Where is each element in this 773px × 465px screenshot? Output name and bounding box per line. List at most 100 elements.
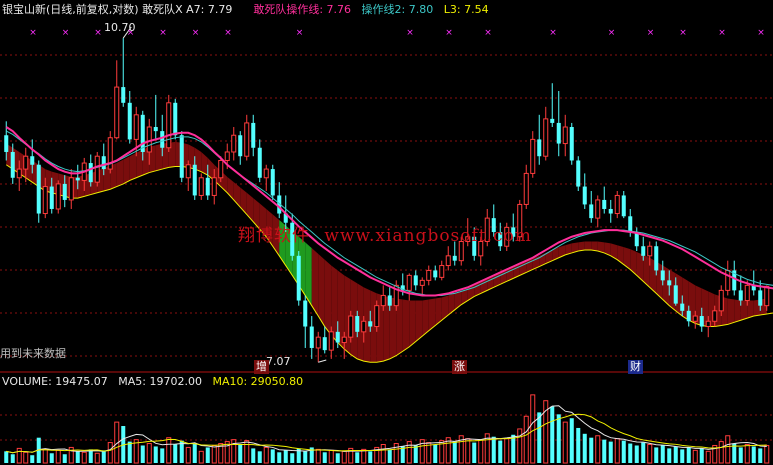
indicator-a7: A7: 7.79 (186, 3, 233, 16)
candle-body-down (368, 321, 373, 327)
band-segment (740, 300, 748, 321)
candle-body-down (49, 186, 54, 209)
volume-bar-down (49, 453, 54, 463)
candle-body-up (543, 118, 549, 157)
candle-body-up (426, 269, 432, 281)
band-segment (136, 149, 143, 178)
candle-body-up (211, 177, 217, 196)
volume-bar-down (628, 443, 633, 463)
candle-body-down (576, 160, 581, 187)
volume-bar-down (758, 448, 763, 463)
sell-mark: × (549, 28, 557, 38)
candle-body-down (251, 122, 256, 148)
candle-body-down (602, 199, 607, 209)
volume-bar-down (491, 436, 496, 463)
candle-body-down (667, 280, 672, 286)
volume-bar-down (205, 447, 210, 463)
candle-body-up (231, 134, 237, 153)
operation-line2-label: 操作线2: (361, 3, 406, 16)
volume-bar-down (654, 447, 659, 463)
volume-bar-up (315, 448, 321, 464)
candle-body-down (309, 326, 314, 348)
volume-bar-down (673, 446, 678, 463)
volume-bar-down (303, 451, 308, 463)
volume-bar-up (725, 435, 731, 464)
candle-body-up (328, 331, 334, 351)
candle-body-up (380, 294, 386, 307)
candle-body-up (244, 122, 250, 157)
volume-bar-down (602, 439, 607, 463)
volume-bar-up (530, 394, 536, 464)
band-segment (402, 299, 410, 352)
candle-body-up (764, 285, 770, 307)
candle-body-up (348, 315, 354, 338)
low-pointer (318, 359, 327, 363)
volume-bar-down (556, 414, 561, 463)
candle-body-down (179, 135, 184, 178)
band-segment (734, 299, 741, 323)
band-segment (584, 241, 592, 251)
volume-bar-up (744, 444, 750, 464)
candle-body-down (738, 290, 743, 301)
candle-body-down (205, 177, 210, 196)
watermark: 翔博软件 www.xiangbosoft.com (238, 221, 532, 246)
volume-bar-down (277, 452, 282, 463)
volume-bar-down (160, 448, 165, 463)
candle-body-up (445, 255, 451, 267)
sell-mark: × (608, 28, 616, 38)
candle-body-down (355, 316, 360, 332)
l3-value: 7.54 (464, 3, 489, 16)
band-segment (578, 241, 585, 252)
band-segment (123, 156, 130, 184)
candle-body-down (322, 337, 327, 351)
operation-line2-value: 7.80 (408, 3, 434, 16)
band-segment (422, 299, 429, 337)
candle-body-up (94, 155, 100, 183)
candle-body-down (413, 275, 418, 286)
volume-bar-up (185, 446, 191, 464)
candle-body-up (16, 168, 22, 179)
volume-bar-down (511, 434, 516, 463)
band-segment (415, 300, 423, 342)
band-segment (448, 293, 455, 315)
candle-body-up (725, 269, 731, 291)
volume-bar-down (582, 433, 587, 463)
candle-body-down (537, 139, 542, 157)
candle-body-up (361, 320, 367, 333)
candle-body-down (556, 122, 561, 144)
volume-bar-down (641, 442, 646, 463)
volume-bar-up (393, 443, 399, 464)
volume-bar-down (660, 445, 665, 463)
candle-body-down (452, 255, 457, 261)
sell-mark: × (62, 28, 70, 38)
volume-bar-down (192, 443, 197, 463)
candle-body-up (523, 172, 529, 205)
candle-body-up (712, 310, 718, 322)
sell-mark: × (757, 28, 765, 38)
candle-body-up (406, 274, 412, 291)
volume-bar-down (257, 451, 262, 463)
volume-bar-up (263, 446, 269, 464)
l3-label: L3: (443, 3, 461, 16)
candle-body-down (673, 285, 678, 304)
volume-bar-up (166, 437, 172, 464)
candle-body-down (621, 195, 626, 217)
candle-body-up (374, 305, 380, 328)
volume-bar-up (705, 450, 711, 464)
operation-line-value: 7.76 (326, 3, 352, 16)
candle-body-up (692, 315, 698, 322)
volume-bar-up (718, 441, 724, 464)
high-price-label: 10.70 (104, 21, 136, 34)
candle-body-up (23, 155, 29, 170)
volume-bar-down (127, 441, 132, 463)
band-segment (324, 259, 332, 336)
band-segment (318, 253, 325, 327)
band-segment (207, 157, 215, 181)
candle-body-up (419, 279, 425, 286)
sell-mark: × (94, 28, 102, 38)
volume-bar-down (576, 427, 581, 463)
band-segment (630, 249, 637, 276)
chart-title: 银宝山新(日线,前复权,对数) (2, 3, 139, 16)
candle-body-down (686, 310, 691, 322)
candle-body-up (263, 168, 269, 179)
